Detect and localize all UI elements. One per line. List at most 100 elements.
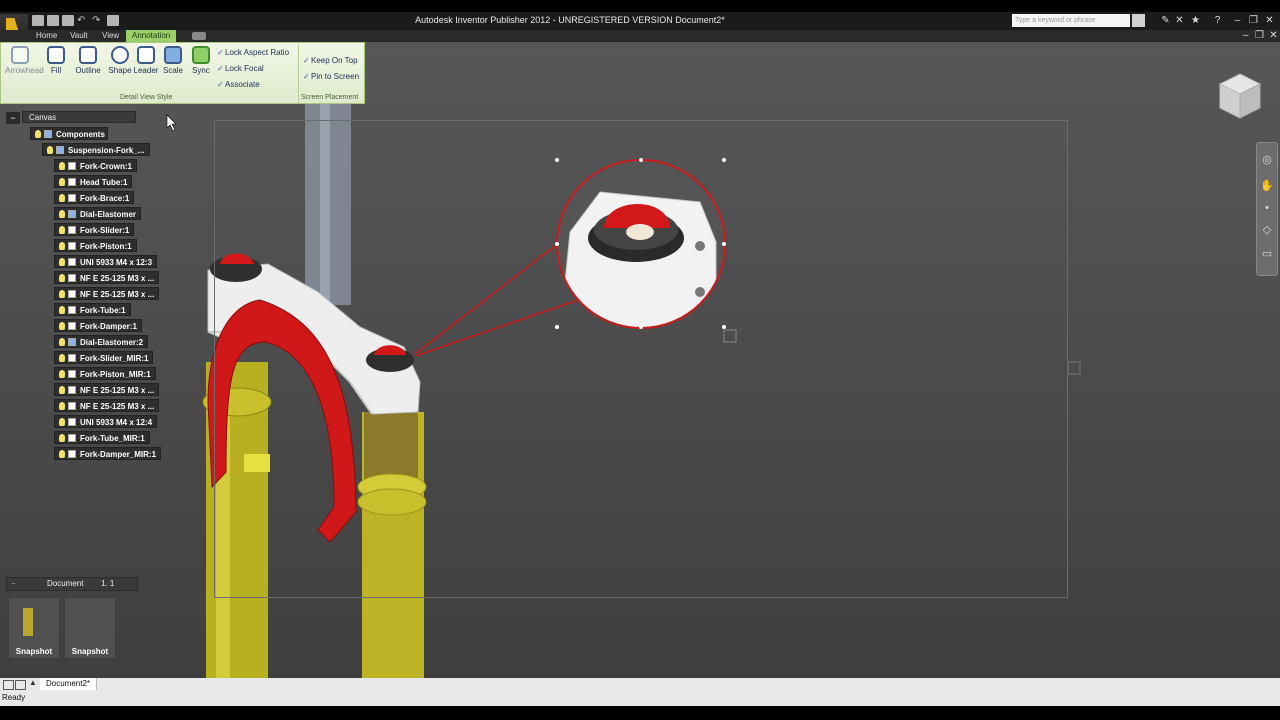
sync-button[interactable]: Sync xyxy=(186,46,216,75)
tree-node-part[interactable]: Fork-Piston:1 xyxy=(54,239,137,252)
tree-node-part[interactable]: Fork-Slider:1 xyxy=(54,223,135,236)
tools-icon[interactable]: ✎ xyxy=(1160,15,1171,26)
visibility-bulb-icon[interactable] xyxy=(59,258,65,266)
visibility-bulb-icon[interactable] xyxy=(35,130,41,138)
tab-vault[interactable]: Vault xyxy=(64,30,94,42)
tab-menu-icon[interactable]: ▲ xyxy=(29,678,37,687)
tree-node-part[interactable]: Fork-Damper:1 xyxy=(54,319,142,332)
maximize-icon[interactable]: ❐ xyxy=(1248,15,1259,26)
tab-overflow-icon[interactable] xyxy=(192,32,206,40)
part-icon xyxy=(68,226,76,234)
visibility-bulb-icon[interactable] xyxy=(59,226,65,234)
snapshot-thumbnail[interactable]: Snapshot xyxy=(64,597,116,659)
tab-view[interactable]: View xyxy=(96,30,125,42)
zoom-icon[interactable]: • xyxy=(1260,201,1274,215)
close-icon[interactable]: ✕ xyxy=(1264,15,1275,26)
visibility-bulb-icon[interactable] xyxy=(59,178,65,186)
part-icon xyxy=(68,370,76,378)
visibility-bulb-icon[interactable] xyxy=(59,450,65,458)
tab-home[interactable]: Home xyxy=(30,30,63,42)
document-panel-header[interactable]: − Document 1. 1 xyxy=(6,577,138,591)
lock-aspect-ratio-checkbox[interactable]: ✓Lock Aspect Ratio xyxy=(217,48,289,57)
cascade-icon[interactable] xyxy=(15,680,26,690)
communication-icon[interactable]: ✕ xyxy=(1174,15,1185,26)
search-input[interactable]: Type a keyword or phrase xyxy=(1012,14,1130,27)
tree-node-part[interactable]: Fork-Piston_MIR:1 xyxy=(54,367,156,380)
pin-to-screen-checkbox[interactable]: ✓Pin to Screen xyxy=(303,72,359,81)
tree-node-assembly[interactable]: Suspension-Fork_... xyxy=(42,143,150,156)
steering-wheel-icon[interactable]: ◎ xyxy=(1260,153,1274,167)
shape-icon xyxy=(111,46,129,64)
tree-node-part[interactable]: NF E 25-125 M3 x ... xyxy=(54,383,160,396)
browser-header[interactable]: Canvas xyxy=(22,111,136,123)
snapshot-thumbnail[interactable]: Snapshot xyxy=(8,597,60,659)
sync-icon xyxy=(192,46,210,64)
view-cube[interactable] xyxy=(1218,72,1262,120)
visibility-bulb-icon[interactable] xyxy=(59,290,65,298)
doc-restore-icon[interactable]: ❐ xyxy=(1254,30,1265,41)
canvas-frame xyxy=(214,120,1068,598)
associate-checkbox[interactable]: ✓Associate xyxy=(217,80,260,89)
collapse-icon[interactable]: − xyxy=(6,112,20,124)
part-icon xyxy=(68,386,76,394)
viewport[interactable]: Arrowhead Fill Outline Shape Leader Scal… xyxy=(0,42,1280,678)
visibility-bulb-icon[interactable] xyxy=(59,418,65,426)
part-icon xyxy=(68,178,76,186)
visibility-bulb-icon[interactable] xyxy=(59,322,65,330)
document-tab[interactable]: Document2* xyxy=(40,678,98,690)
tree-node-part[interactable]: Fork-Tube:1 xyxy=(54,303,131,316)
fill-button[interactable]: Fill xyxy=(41,46,71,75)
lock-focal-checkbox[interactable]: ✓Lock Focal xyxy=(217,64,264,73)
tree-node-components[interactable]: Components xyxy=(30,127,108,140)
visibility-bulb-icon[interactable] xyxy=(59,338,65,346)
scale-button[interactable]: Scale xyxy=(158,46,188,75)
tree-node-part[interactable]: Fork-Brace:1 xyxy=(54,191,135,204)
look-at-icon[interactable]: ▭ xyxy=(1260,247,1274,261)
check-icon: ✓ xyxy=(303,56,310,65)
tree-node-part[interactable]: Dial-Elastomer xyxy=(54,207,142,220)
visibility-bulb-icon[interactable] xyxy=(59,162,65,170)
favorites-icon[interactable]: ★ xyxy=(1190,15,1201,26)
search-icon[interactable] xyxy=(1132,14,1145,27)
tile-icon[interactable] xyxy=(3,680,14,690)
keep-on-top-checkbox[interactable]: ✓Keep On Top xyxy=(303,56,358,65)
visibility-bulb-icon[interactable] xyxy=(59,274,65,282)
tree-node-part[interactable]: NF E 25-125 M3 x ... xyxy=(54,271,160,284)
tree-node-part[interactable]: Head Tube:1 xyxy=(54,175,133,188)
doc-minimize-icon[interactable]: – xyxy=(1240,30,1251,41)
tree-node-part[interactable]: UNI 5933 M4 x 12:3 xyxy=(54,255,158,268)
visibility-bulb-icon[interactable] xyxy=(59,210,65,218)
tree-node-part[interactable]: Fork-Slider_MIR:1 xyxy=(54,351,154,364)
tree-node-part[interactable]: Fork-Damper_MIR:1 xyxy=(54,447,162,460)
tree-node-part[interactable]: UNI 5933 M4 x 12:4 xyxy=(54,415,158,428)
visibility-bulb-icon[interactable] xyxy=(59,370,65,378)
visibility-bulb-icon[interactable] xyxy=(47,146,53,154)
orbit-icon[interactable]: ◇ xyxy=(1260,223,1274,237)
doc-close-icon[interactable]: ✕ xyxy=(1268,30,1279,41)
tree-node-part[interactable]: NF E 25-125 M3 x ... xyxy=(54,399,160,412)
visibility-bulb-icon[interactable] xyxy=(59,306,65,314)
visibility-bulb-icon[interactable] xyxy=(59,242,65,250)
tree-node-part[interactable]: Dial-Elastomer:2 xyxy=(54,335,149,348)
visibility-bulb-icon[interactable] xyxy=(59,354,65,362)
leader-button[interactable]: Leader xyxy=(131,46,161,75)
collapse-icon[interactable]: − xyxy=(11,578,16,590)
navigation-bar: ◎ ✋ • ◇ ▭ xyxy=(1256,142,1278,276)
arrowhead-button[interactable]: Arrowhead xyxy=(5,46,44,75)
tree-node-part[interactable]: Fork-Crown:1 xyxy=(54,159,137,172)
bottom-letterbox xyxy=(0,706,1280,720)
visibility-bulb-icon[interactable] xyxy=(59,402,65,410)
check-icon: ✓ xyxy=(217,80,224,89)
frame-handle-icon[interactable] xyxy=(1067,361,1081,375)
outline-button[interactable]: Outline xyxy=(73,46,103,75)
minimize-icon[interactable]: – xyxy=(1232,15,1243,26)
help-icon[interactable]: ? xyxy=(1212,15,1223,26)
visibility-bulb-icon[interactable] xyxy=(59,434,65,442)
pan-icon[interactable]: ✋ xyxy=(1260,179,1274,193)
visibility-bulb-icon[interactable] xyxy=(59,386,65,394)
tab-annotation[interactable]: Annotation xyxy=(126,30,177,42)
assembly-icon xyxy=(68,338,76,346)
visibility-bulb-icon[interactable] xyxy=(59,194,65,202)
tree-node-part[interactable]: Fork-Tube_MIR:1 xyxy=(54,431,150,444)
tree-node-part[interactable]: NF E 25-125 M3 x ... xyxy=(54,287,160,300)
